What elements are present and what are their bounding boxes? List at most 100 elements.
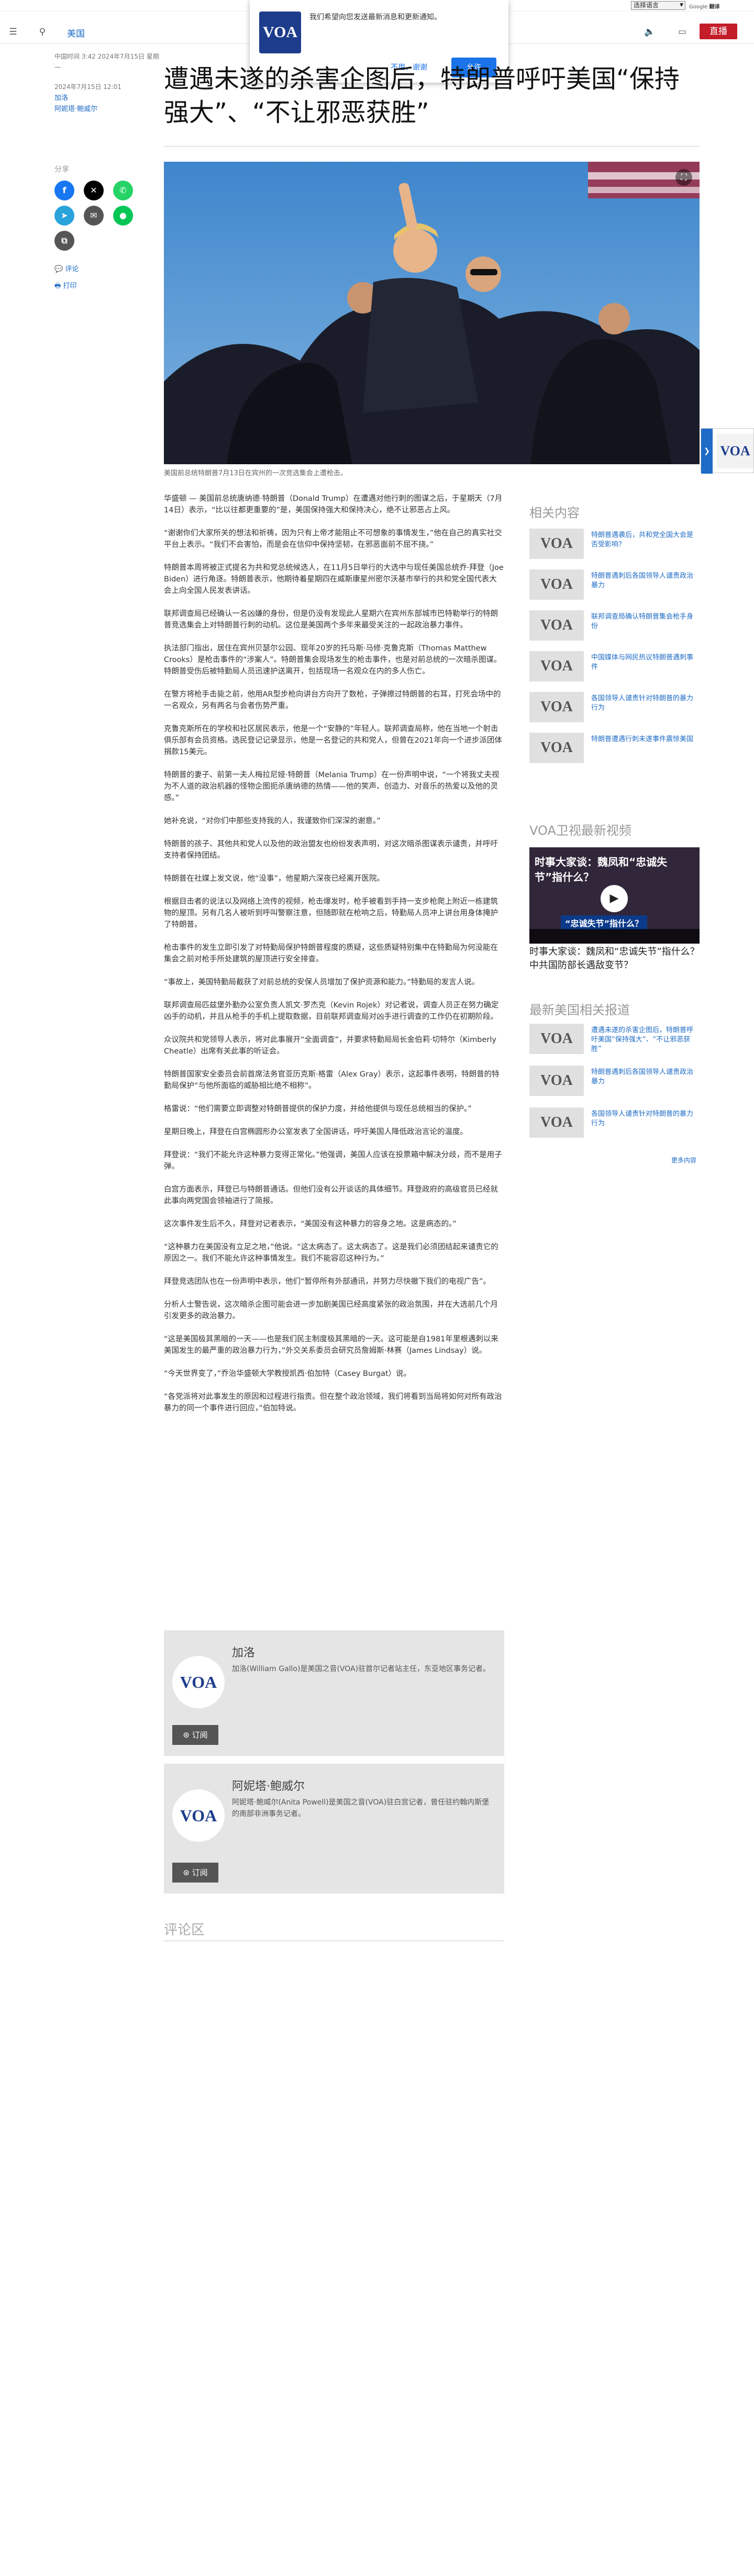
share-panel: 分享 (54, 164, 159, 178)
author-box-1: 加洛 VOA 加洛(William Gallo)是美国之音(VOA)驻首尔记者站… (164, 1630, 504, 1756)
chevron-right-icon[interactable]: ❯ (701, 429, 713, 474)
paragraph: “事故上，美国特勤局截获了对前总统的安保人员增加了保护资源和能力。”特勤局的发言… (164, 978, 480, 987)
share-label: 分享 (54, 165, 69, 174)
print-link[interactable]: 🖶 打印 (54, 280, 76, 293)
paragraph: 执法部门指出，居住在宾州贝瑟尔公园、现年20岁的托马斯·马修·克鲁克斯（Thom… (164, 644, 502, 676)
thumbnail: VOA (529, 1107, 584, 1138)
author-name[interactable]: 阿妮塔·鲍威尔 (232, 1777, 305, 1794)
author-link-2[interactable]: 阿妮塔·鲍威尔 (54, 104, 159, 115)
video-icon[interactable]: ▭ (675, 25, 689, 39)
voa-logo: VOA (717, 434, 753, 468)
video-player[interactable]: 时事大家谈：魏凤和“忠诚失节”指什么？ ▶ “忠诚失节”指什么？ (529, 847, 700, 944)
paragraph: “谢谢你们大家所关的想法和祈祷，因为只有上帝才能阻止不可想象的事情发生，”他在自… (164, 529, 502, 549)
paragraph: 白宫方面表示，拜登已与特朗普通话。但他们没有公开谈话的具体细节。拜登政府的高级官… (164, 1185, 498, 1205)
subscribe-button[interactable]: ⊛ 订阅 (172, 1725, 218, 1745)
article-meta: 中国时间 3:42 2024年7月15日 星期一 2024年7月15日 12:0… (54, 51, 159, 115)
latest-item[interactable]: VOA 特朗普遇刺后各国领导人谴责政治暴力 (529, 1066, 700, 1096)
related-heading: 相关内容 (529, 506, 580, 520)
paragraph: 格雷说：“他们需要立即调整对特朗普提供的保护力度，并给他提供与现任总统相当的保护… (164, 1105, 472, 1113)
author-bio: 阿妮塔·鲍威尔(Anita Powell)是美国之音(VOA)驻白宫记者，曾任驻… (232, 1798, 490, 1818)
voa-logo: VOA (259, 12, 301, 53)
telegram-icon[interactable]: ➤ (54, 206, 74, 226)
rss-icon: ⊛ (183, 1730, 192, 1740)
thumbnail: VOA (529, 610, 584, 641)
related-item[interactable]: VOA 各国领导人谴责针对特朗普的暴力行为 (529, 692, 700, 722)
hero-photo (164, 162, 700, 464)
author-box-2: 阿妮塔·鲍威尔 VOA 阿妮塔·鲍威尔(Anita Powell)是美国之音(V… (164, 1764, 504, 1894)
facebook-icon[interactable]: f (54, 181, 74, 200)
article-body: 华盛顿 — 美国前总统唐纳德·特朗普（Donald Trump）在遭遇对他行刺的… (164, 493, 504, 1426)
video-caption[interactable]: 时事大家谈：魏凤和“忠诚失节”指什么？中共国防部长遇敌变节？ (529, 945, 700, 972)
article-title: 遭遇未遂的杀害企图后，特朗普呼吁美国“保持强大”、“不让邪恶获胜” (164, 64, 680, 127)
paragraph: 拜登竞选团队也在一份声明中表示，他们“暂停所有外部通讯，并努力尽快撤下我们的电视… (164, 1278, 491, 1286)
thumbnail: VOA (529, 651, 584, 681)
google-translate-badge[interactable]: Google 翻译 (689, 2, 719, 10)
chevron-down-icon: ▼ (680, 3, 683, 8)
related-item[interactable]: VOA 特朗普遇刺后各国领导人谴责政治暴力 (529, 569, 700, 600)
comment-icon: 💬 (54, 265, 65, 273)
latest-item[interactable]: VOA 各国领导人谴责针对特朗普的暴力行为 (529, 1107, 700, 1138)
related-item[interactable]: VOA 特朗普遇袭后，共和党全国大会是否受影响？ (529, 529, 700, 559)
thumbnail: VOA (529, 1066, 584, 1096)
video-heading: VOA卫视最新视频 (529, 823, 631, 838)
search-icon[interactable]: ⚲ (36, 25, 49, 39)
rss-icon: ⊛ (183, 1868, 192, 1877)
play-icon[interactable]: ▶ (601, 885, 628, 912)
language-select[interactable]: 选择语言 ▼ (631, 1, 685, 10)
side-promo-tab[interactable]: ❯ VOA (701, 428, 754, 474)
hero-image: ⛶ (164, 162, 700, 464)
x-icon[interactable]: ✕ (84, 181, 104, 200)
paragraph: 特朗普本周将被正式提名为共和党总统候选人，在11月5日举行的大选中与现任美国总统… (164, 564, 504, 595)
paragraph: 华盛顿 — 美国前总统唐纳德·特朗普（Donald Trump）在遭遇对他行刺的… (164, 495, 503, 514)
paragraph: 克鲁克斯所在的学校和社区居民表示，他是一个“安静的”年轻人。联邦调查局称，他在当… (164, 725, 502, 756)
video-banner: “忠诚失节”指什么？ (561, 915, 648, 930)
video-controls[interactable] (529, 929, 700, 944)
author-avatar: VOA (172, 1656, 225, 1708)
thumbnail: VOA (529, 569, 584, 600)
paragraph: 特朗普的妻子、前第一夫人梅拉尼娅·特朗普（Melania Trump）在一份声明… (164, 771, 500, 802)
thumbnail: VOA (529, 692, 584, 722)
live-button[interactable]: 直播 (700, 24, 737, 39)
expand-icon[interactable]: ⛶ (675, 169, 692, 186)
related-item[interactable]: VOA 中国媒体与网民热议特朗普遇刺事件 (529, 651, 700, 681)
paragraph: 特朗普的孩子、其他共和党人以及他的政治盟友也纷纷发表声明，对这次暗杀图谋表示谴责… (164, 840, 498, 860)
video-title: 时事大家谈：魏凤和“忠诚失节”指什么？ (535, 856, 668, 883)
paragraph: “今天世界变了，”乔治华盛顿大学教授凯西·伯加特（Casey Burgat）说。 (164, 1370, 412, 1378)
paragraph: 拜登说：“我们不能允许这种暴力变得正常化。”他强调，美国人应该在投票箱中解决分歧… (164, 1151, 502, 1171)
paragraph: 特朗普国家安全委员会前首席法务官亚历克斯·格雷（Alex Gray）表示，这起事… (164, 1070, 500, 1090)
print-icon: 🖶 (54, 282, 63, 290)
paragraph: 联邦调查局匹兹堡外勤办公室负责人凯文·罗杰克（Kevin Rojek）对记者说，… (164, 1001, 499, 1021)
divider (164, 146, 700, 147)
copy-link-icon[interactable]: ⧉ (54, 231, 74, 251)
author-avatar: VOA (172, 1789, 225, 1842)
paragraph: 众议院共和党领导人表示，将对此事展开“全面调查”，并要求特勤局局长金伯莉·切特尔… (164, 1036, 496, 1056)
thumbnail: VOA (529, 529, 584, 559)
author-link-1[interactable]: 加洛 (54, 93, 159, 104)
subscribe-button[interactable]: ⊛ 订阅 (172, 1863, 218, 1883)
author-name[interactable]: 加洛 (232, 1643, 255, 1660)
paragraph: 联邦调查局已经确认一名凶嫌的身份，但是仍没有发现此人星期六在宾州东部城市巴特勒举… (164, 610, 498, 630)
comment-link[interactable]: 💬 评论 (54, 263, 79, 273)
date-line: 2024年7月15日 12:01 (54, 83, 121, 91)
nav-link-us[interactable]: 美国 (67, 26, 85, 39)
paragraph: 这次事件发生后不久，拜登对记者表示，“美国没有这种暴力的容身之地。这是病态的。” (164, 1220, 457, 1228)
paragraph: 根据目击者的说法以及网络上流传的视频，枪击爆发时，枪手被看到手持一支步枪爬上附近… (164, 898, 498, 929)
latest-item[interactable]: VOA 遭遇未遂的杀害企图后，特朗普呼吁美国“保持强大”、“不让邪恶获胜” (529, 1024, 700, 1054)
more-link[interactable]: 更多内容 (671, 1156, 696, 1164)
email-icon[interactable]: ✉ (84, 206, 104, 226)
line-icon[interactable]: ● (113, 206, 133, 226)
paragraph: 在警方将枪手击毙之前，他用AR型步枪向讲台方向开了数枪，子弹擦过特朗普的右耳，打… (164, 690, 501, 710)
comments-heading: 评论区 (164, 1922, 205, 1938)
paragraph: 特朗普在社媒上发文说，他“没事”，他星期六深夜已经离开医院。 (164, 875, 385, 883)
thumbnail: VOA (529, 733, 584, 763)
related-item[interactable]: VOA 联邦调查局确认特朗普集会枪手身份 (529, 610, 700, 641)
paragraph: “这是美国极其黑暗的一天——也是我们民主制度极其黑暗的一天。这可能是自1981年… (164, 1335, 498, 1355)
popup-message: 我们希望向您发送最新消息和更新通知。 (309, 13, 441, 21)
related-item[interactable]: VOA 特朗普遭遇行刺未遂事件震惊美国 (529, 733, 700, 763)
paragraph: “这种暴力在美国没有立足之地，”他说。“这太病态了。这太病态了。这是我们必须团结… (164, 1243, 498, 1263)
image-caption: 美国前总统特朗普7月13日在宾州的一次竞选集会上遭枪击。 (164, 469, 347, 477)
audio-icon[interactable]: 🔈 (643, 25, 657, 39)
paragraph: 分析人士警告说，这次暗杀企图可能会进一步加剧美国已经高度紧张的政治氛围，并在大选… (164, 1301, 498, 1320)
menu-icon[interactable]: ☰ (6, 25, 20, 39)
whatsapp-icon[interactable]: ✆ (113, 181, 133, 200)
